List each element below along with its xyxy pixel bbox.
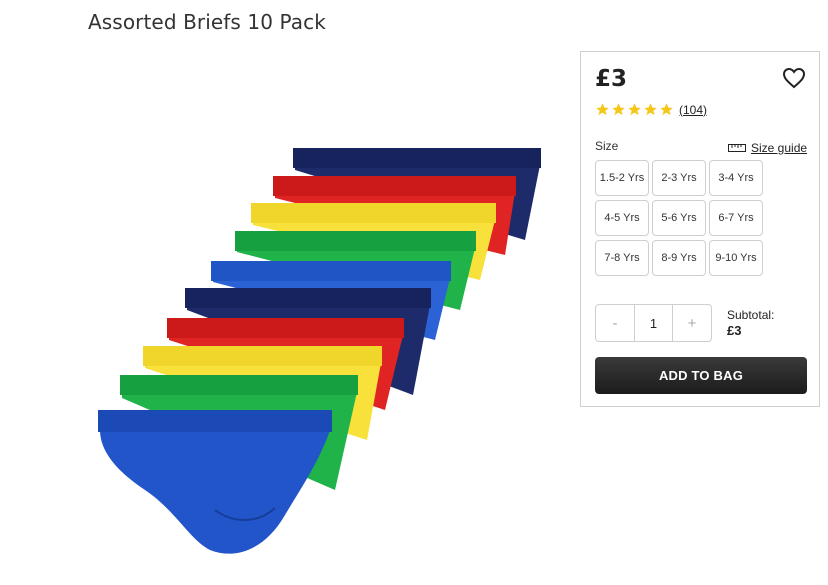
product-title: Assorted Briefs 10 Pack [88, 10, 326, 34]
product-image [98, 148, 541, 554]
quantity-decrease-button[interactable]: - [596, 305, 634, 341]
star-icon [660, 103, 673, 116]
size-guide-link[interactable]: Size guide [728, 141, 807, 155]
size-guide-label: Size guide [751, 141, 808, 155]
star-icon [612, 103, 625, 116]
briefs-stack [98, 148, 541, 554]
heart-icon[interactable] [782, 66, 806, 90]
size-option[interactable]: 1.5-2 Yrs [595, 160, 649, 196]
size-option[interactable]: 6-7 Yrs [709, 200, 763, 236]
size-option[interactable]: 7-8 Yrs [595, 240, 649, 276]
rating: (104) [595, 102, 707, 117]
subtotal: Subtotal: £3 [727, 308, 774, 338]
add-to-bag-button[interactable]: ADD TO BAG [595, 357, 807, 394]
quantity-input[interactable]: 1 [634, 305, 673, 341]
subtotal-label: Subtotal: [727, 308, 775, 322]
size-options: 1.5-2 Yrs 2-3 Yrs 3-4 Yrs 4-5 Yrs 5-6 Yr… [595, 160, 763, 276]
star-rating [595, 102, 674, 117]
price: £3 [595, 66, 628, 92]
size-option[interactable]: 3-4 Yrs [709, 160, 763, 196]
star-icon [628, 103, 641, 116]
review-count-link[interactable]: (104) [679, 103, 707, 117]
size-option[interactable]: 4-5 Yrs [595, 200, 649, 236]
size-option[interactable]: 9-10 Yrs [709, 240, 763, 276]
size-option[interactable]: 2-3 Yrs [652, 160, 706, 196]
subtotal-value: £3 [727, 323, 742, 338]
size-option[interactable]: 5-6 Yrs [652, 200, 706, 236]
size-label: Size [595, 139, 619, 153]
star-icon [596, 103, 609, 116]
quantity-increase-button[interactable]: + [673, 305, 711, 341]
ruler-icon [728, 144, 746, 152]
product-purchase-panel: £3 (104) Size Size guide 1.5-2 Yrs 2-3 Y… [580, 51, 820, 407]
size-option[interactable]: 8-9 Yrs [652, 240, 706, 276]
quantity-stepper: - 1 + [595, 304, 712, 342]
star-icon [644, 103, 657, 116]
